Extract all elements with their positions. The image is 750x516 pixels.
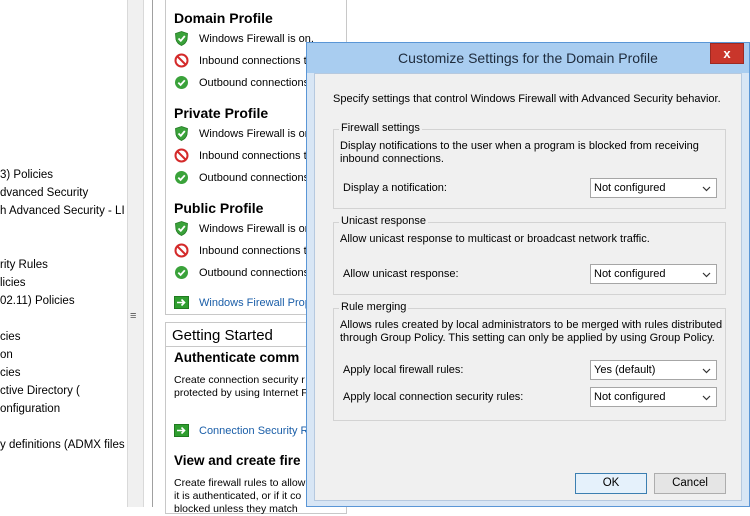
allow-unicast-value: Not configured bbox=[594, 268, 666, 280]
private-inbound-text: Inbound connections th bbox=[199, 150, 313, 162]
close-icon: x bbox=[723, 46, 731, 61]
customize-settings-dialog: Customize Settings for the Domain Profil… bbox=[306, 42, 750, 507]
rule-merging-desc-line1: Allows rules created by local administra… bbox=[340, 319, 723, 331]
block-icon bbox=[174, 148, 189, 163]
chevron-down-icon bbox=[702, 368, 711, 374]
content-gutter bbox=[144, 0, 165, 507]
tree-item-configuration[interactable]: onfiguration bbox=[0, 403, 60, 415]
display-notification-value: Not configured bbox=[594, 182, 666, 194]
arrow-link-icon bbox=[174, 296, 189, 309]
authenticate-text-line2: protected by using Internet F bbox=[174, 387, 308, 399]
tree-item-80211-policies[interactable]: 02.11) Policies bbox=[0, 295, 75, 307]
ok-button[interactable]: OK bbox=[575, 473, 647, 494]
close-button[interactable]: x bbox=[710, 43, 744, 64]
public-firewall-status-text: Windows Firewall is on. bbox=[199, 223, 314, 235]
public-profile-title: Public Profile bbox=[174, 200, 264, 216]
firewall-settings-desc-line2: inbound connections. bbox=[340, 153, 444, 165]
view-create-text-line1: Create firewall rules to allow bbox=[174, 477, 306, 489]
chevron-down-icon bbox=[702, 272, 711, 278]
display-notification-label: Display a notification: bbox=[343, 182, 447, 194]
dialog-titlebar[interactable]: Customize Settings for the Domain Profil… bbox=[307, 43, 749, 73]
tree-item-active-directory[interactable]: ctive Directory ( bbox=[0, 385, 80, 397]
dialog-intro-text: Specify settings that control Windows Fi… bbox=[333, 93, 721, 105]
authenticate-heading: Authenticate comm bbox=[174, 350, 300, 365]
shield-check-icon bbox=[175, 31, 188, 46]
tree-item-policies-3[interactable]: cies bbox=[0, 331, 20, 343]
tree-item-security-rules[interactable]: rity Rules bbox=[0, 259, 48, 271]
apply-local-connection-rules-value: Not configured bbox=[594, 391, 666, 403]
display-notification-select[interactable]: Not configured bbox=[590, 178, 717, 198]
shield-check-icon bbox=[175, 126, 188, 141]
check-circle-icon bbox=[175, 266, 188, 279]
pane-splitter[interactable] bbox=[127, 0, 144, 507]
dialog-title: Customize Settings for the Domain Profil… bbox=[398, 50, 658, 66]
getting-started-title: Getting Started bbox=[172, 327, 273, 344]
allow-unicast-label: Allow unicast response: bbox=[343, 268, 459, 280]
allow-unicast-select[interactable]: Not configured bbox=[590, 264, 717, 284]
firewall-properties-link-text[interactable]: Windows Firewall Prop bbox=[199, 297, 311, 309]
check-circle-icon bbox=[175, 171, 188, 184]
view-create-text-line2: it is authenticated, or if it co bbox=[174, 490, 302, 502]
apply-local-firewall-rules-label: Apply local firewall rules: bbox=[343, 364, 464, 376]
view-create-heading: View and create fire bbox=[174, 453, 301, 468]
tree-item-admx-definitions[interactable]: y definitions (ADMX files bbox=[0, 439, 125, 451]
arrow-link-icon bbox=[174, 424, 189, 437]
connection-security-rules-link-text[interactable]: Connection Security Ru bbox=[199, 425, 315, 437]
apply-local-firewall-rules-value: Yes (default) bbox=[594, 364, 656, 376]
tree-item-policies-4[interactable]: cies bbox=[0, 367, 20, 379]
public-inbound-text: Inbound connections th bbox=[199, 245, 313, 257]
apply-local-connection-rules-label: Apply local connection security rules: bbox=[343, 391, 524, 403]
rule-merging-desc-line2: through Group Policy. This setting can o… bbox=[340, 332, 715, 344]
domain-firewall-status-text: Windows Firewall is on. bbox=[199, 33, 314, 45]
unicast-response-group: Unicast response Allow unicast response … bbox=[333, 215, 726, 295]
firewall-settings-desc-line1: Display notifications to the user when a… bbox=[340, 140, 699, 152]
firewall-settings-group: Firewall settings Display notifications … bbox=[333, 122, 726, 209]
tree-item-policies[interactable]: 3) Policies bbox=[0, 169, 53, 181]
view-create-text-line3: blocked unless they match bbox=[174, 503, 298, 515]
rule-merging-label: Rule merging bbox=[339, 301, 409, 313]
apply-local-firewall-rules-select[interactable]: Yes (default) bbox=[590, 360, 717, 380]
dialog-client-area: Specify settings that control Windows Fi… bbox=[314, 73, 742, 501]
domain-profile-title: Domain Profile bbox=[174, 10, 273, 26]
block-icon bbox=[174, 53, 189, 68]
tree-item-on[interactable]: on bbox=[0, 349, 13, 361]
console-tree: 3) Policies dvanced Security h Advanced … bbox=[0, 0, 127, 507]
block-icon bbox=[174, 243, 189, 258]
unicast-response-desc: Allow unicast response to multicast or b… bbox=[340, 233, 650, 245]
domain-inbound-text: Inbound connections th bbox=[199, 55, 313, 67]
authenticate-text-line1: Create connection security r bbox=[174, 374, 305, 386]
check-circle-icon bbox=[175, 76, 188, 89]
gutter-divider bbox=[152, 0, 153, 507]
chevron-down-icon bbox=[702, 395, 711, 401]
shield-check-icon bbox=[175, 221, 188, 236]
rule-merging-group: Rule merging Allows rules created by loc… bbox=[333, 301, 726, 421]
cancel-button[interactable]: Cancel bbox=[654, 473, 726, 494]
apply-local-connection-rules-select[interactable]: Not configured bbox=[590, 387, 717, 407]
unicast-response-label: Unicast response bbox=[339, 215, 428, 227]
domain-outbound-text: Outbound connections bbox=[199, 77, 310, 89]
tree-item-policies-2[interactable]: licies bbox=[0, 277, 26, 289]
private-firewall-status-text: Windows Firewall is on. bbox=[199, 128, 314, 140]
firewall-settings-label: Firewall settings bbox=[339, 122, 422, 134]
private-profile-title: Private Profile bbox=[174, 105, 269, 121]
splitter-grip-icon[interactable]: ≡ bbox=[130, 310, 136, 322]
private-outbound-text: Outbound connections bbox=[199, 172, 310, 184]
public-outbound-text: Outbound connections bbox=[199, 267, 310, 279]
chevron-down-icon bbox=[702, 186, 711, 192]
tree-item-advanced-security-selected[interactable]: h Advanced Security - LI bbox=[0, 205, 125, 217]
tree-item-advanced-security[interactable]: dvanced Security bbox=[0, 187, 88, 199]
